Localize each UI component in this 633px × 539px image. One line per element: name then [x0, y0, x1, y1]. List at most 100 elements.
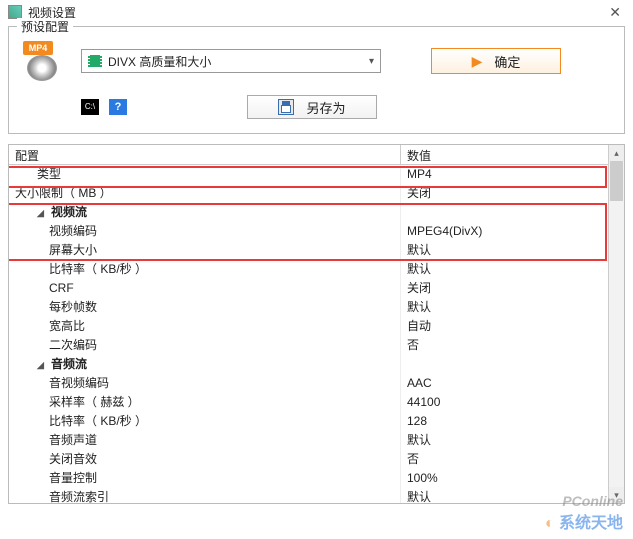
- properties-body: 配置 数值 类型 MP4 大小限制（ MB ） 关闭 ◢ 视频流视频编码 MPEG4(Div…: [9, 145, 608, 503]
- preset-group: 预设配置 MP4 DIVX 高质量和大小 ▾ ▶ 确定 C:\ ? 另存为: [8, 26, 625, 134]
- property-value[interactable]: 128: [401, 412, 608, 431]
- property-value[interactable]: 关闭: [401, 184, 608, 203]
- property-row[interactable]: 比特率（ KB/秒 ） 128: [9, 412, 608, 431]
- floppy-icon: [278, 99, 294, 115]
- property-value[interactable]: 否: [401, 336, 608, 355]
- property-row[interactable]: 音频声道 默认: [9, 431, 608, 450]
- property-config: 大小限制（ MB ）: [9, 184, 401, 203]
- disc-icon: [27, 55, 57, 81]
- property-row[interactable]: 大小限制（ MB ） 关闭: [9, 184, 608, 203]
- property-config: CRF: [9, 279, 401, 298]
- ok-button[interactable]: ▶ 确定: [431, 48, 561, 74]
- property-config-text: 比特率（ KB/秒 ）: [49, 414, 147, 428]
- property-config-text: 音频流索引: [49, 490, 109, 503]
- property-row[interactable]: 视频编码 MPEG4(DivX): [9, 222, 608, 241]
- property-value[interactable]: MP4: [401, 165, 608, 184]
- property-config: 每秒帧数: [9, 298, 401, 317]
- arrow-right-icon: ▶: [472, 53, 483, 70]
- properties-panel: 配置 数值 类型 MP4 大小限制（ MB ） 关闭 ◢ 视频流视频编码 MPEG4(Div…: [8, 144, 625, 504]
- header-value[interactable]: 数值: [401, 145, 608, 164]
- property-value[interactable]: 默认: [401, 431, 608, 450]
- mp4-badge: MP4: [23, 41, 53, 55]
- scroll-up-icon[interactable]: ▴: [609, 145, 624, 161]
- property-value[interactable]: [401, 203, 608, 222]
- app-icon: [8, 5, 22, 19]
- property-config: 屏幕大小: [9, 241, 401, 260]
- save-as-label: 另存为: [306, 98, 345, 117]
- chevron-down-icon: ▾: [369, 56, 374, 67]
- window-title: 视频设置: [28, 4, 605, 21]
- preset-row-actions: C:\ ? 另存为: [81, 95, 616, 119]
- expand-icon[interactable]: ◢: [37, 356, 47, 374]
- properties-rows: 类型MP4大小限制（ MB ）关闭◢视频流视频编码MPEG4(DivX)屏幕大小…: [9, 165, 608, 503]
- property-row[interactable]: 音频流索引 默认: [9, 488, 608, 503]
- property-value[interactable]: 自动: [401, 317, 608, 336]
- property-config-text: 大小限制（ MB ）: [15, 186, 112, 200]
- property-row[interactable]: 关闭音效 否: [9, 450, 608, 469]
- property-row[interactable]: 二次编码 否: [9, 336, 608, 355]
- property-row[interactable]: ◢ 视频流: [9, 203, 608, 222]
- mp4-icon: MP4: [23, 41, 63, 81]
- property-value[interactable]: 默认: [401, 241, 608, 260]
- property-value[interactable]: 关闭: [401, 279, 608, 298]
- property-value[interactable]: 默认: [401, 298, 608, 317]
- preset-select[interactable]: DIVX 高质量和大小 ▾: [81, 49, 381, 73]
- property-value[interactable]: 44100: [401, 393, 608, 412]
- property-row[interactable]: 类型 MP4: [9, 165, 608, 184]
- property-config-text: 屏幕大小: [49, 243, 97, 257]
- property-config: 音频声道: [9, 431, 401, 450]
- scroll-down-icon[interactable]: ▾: [609, 487, 624, 503]
- property-row[interactable]: 屏幕大小 默认: [9, 241, 608, 260]
- property-row[interactable]: 比特率（ KB/秒 ）默认: [9, 260, 608, 279]
- property-config-text: 关闭音效: [49, 452, 97, 466]
- console-icon[interactable]: C:\: [81, 99, 99, 115]
- property-row[interactable]: 每秒帧数默认: [9, 298, 608, 317]
- property-value[interactable]: 默认: [401, 488, 608, 503]
- watermark-line2: ◐ 系统天地: [545, 509, 623, 533]
- property-config-text: 宽高比: [49, 319, 85, 333]
- property-config: 采样率（ 赫兹 ）: [9, 393, 401, 412]
- property-config-text: 音频声道: [49, 433, 97, 447]
- preset-legend: 预设配置: [17, 18, 73, 35]
- property-config: 关闭音效: [9, 450, 401, 469]
- property-config: 类型: [9, 165, 401, 184]
- save-as-button[interactable]: 另存为: [247, 95, 377, 119]
- property-row[interactable]: 音视频编码AAC: [9, 374, 608, 393]
- property-value[interactable]: 默认: [401, 260, 608, 279]
- property-config: ◢ 视频流: [9, 203, 401, 222]
- property-row[interactable]: 采样率（ 赫兹 ） 44100: [9, 393, 608, 412]
- property-config: 视频编码: [9, 222, 401, 241]
- property-row[interactable]: 宽高比 自动: [9, 317, 608, 336]
- help-icon[interactable]: ?: [109, 99, 127, 115]
- property-row[interactable]: CRF 关闭: [9, 279, 608, 298]
- properties-header: 配置 数值: [9, 145, 608, 165]
- property-config: 比特率（ KB/秒 ）: [9, 260, 401, 279]
- property-row[interactable]: 音量控制 100%: [9, 469, 608, 488]
- property-config-text: 二次编码: [49, 338, 97, 352]
- property-config-text: 类型: [37, 167, 61, 181]
- property-value[interactable]: AAC: [401, 374, 608, 393]
- property-config: 音视频编码: [9, 374, 401, 393]
- expand-icon[interactable]: ◢: [37, 204, 47, 222]
- property-config-text: 采样率（ 赫兹 ）: [49, 395, 140, 409]
- property-value[interactable]: [401, 355, 608, 374]
- property-config: ◢ 音频流: [9, 355, 401, 374]
- property-config-text: 视频编码: [49, 224, 97, 238]
- close-icon[interactable]: ✕: [605, 4, 625, 21]
- property-config: 二次编码: [9, 336, 401, 355]
- titlebar: 视频设置 ✕: [0, 0, 633, 24]
- preset-select-text: DIVX 高质量和大小: [108, 53, 369, 70]
- scrollbar[interactable]: ▴ ▾: [608, 145, 624, 503]
- property-row[interactable]: ◢ 音频流: [9, 355, 608, 374]
- property-config-text: 视频流: [51, 205, 87, 219]
- property-value[interactable]: 100%: [401, 469, 608, 488]
- property-value[interactable]: MPEG4(DivX): [401, 222, 608, 241]
- property-config-text: CRF: [49, 281, 74, 295]
- preset-row-main: MP4 DIVX 高质量和大小 ▾ ▶ 确定: [17, 41, 616, 81]
- header-config[interactable]: 配置: [9, 145, 401, 164]
- property-value[interactable]: 否: [401, 450, 608, 469]
- scroll-thumb[interactable]: [610, 161, 623, 201]
- property-config-text: 音频流: [51, 357, 87, 371]
- property-config: 音频流索引: [9, 488, 401, 503]
- property-config-text: 音量控制: [49, 471, 97, 485]
